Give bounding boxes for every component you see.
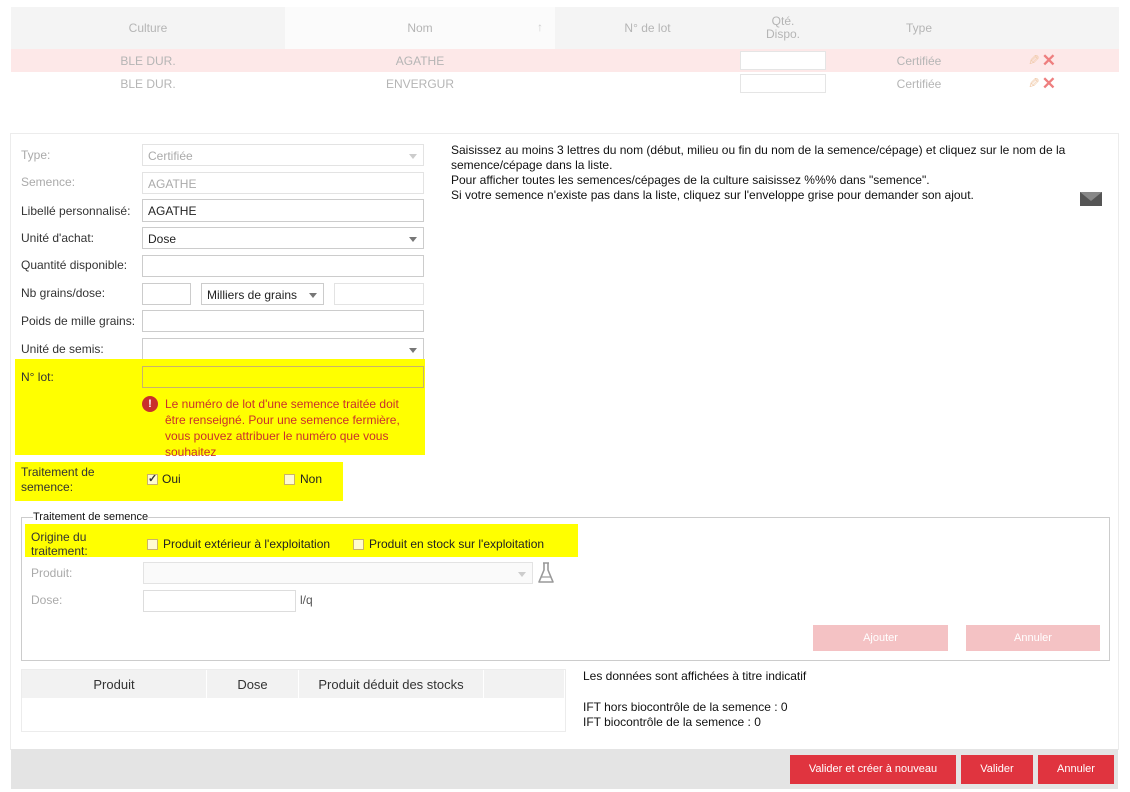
- col-type[interactable]: Type: [826, 7, 1012, 49]
- nb-grains-unit-select[interactable]: Milliers de grains: [201, 283, 324, 305]
- traitement-label: Traitement de semence:: [21, 465, 95, 494]
- col-culture[interactable]: Culture: [11, 7, 285, 49]
- origine-stock-label[interactable]: Produit en stock sur l'exploitation: [369, 537, 544, 551]
- unite-semis-label: Unité de semis:: [21, 342, 104, 356]
- origine-exterieur-label[interactable]: Produit extérieur à l'exploitation: [163, 537, 330, 551]
- cell-qte: [740, 72, 826, 95]
- cell-type: Certifiée: [896, 53, 942, 68]
- col-actions: [1012, 7, 1119, 49]
- table-row[interactable]: BLE DUR. AGATHE Certifiée ✎ ✕: [11, 49, 1119, 72]
- pmg-label: Poids de mille grains:: [21, 314, 136, 328]
- pencil-icon[interactable]: ✎: [1028, 52, 1040, 69]
- valider-button[interactable]: Valider: [961, 755, 1033, 784]
- ift-note: Les données sont affichées à titre indic…: [583, 669, 807, 683]
- nb-grains-input[interactable]: [142, 283, 191, 305]
- unite-achat-select[interactable]: Dose: [142, 227, 424, 249]
- products-table: Produit Dose Produit déduit des stocks: [21, 669, 566, 732]
- valider-creer-button[interactable]: Valider et créer à nouveau: [790, 755, 956, 784]
- origine-label: Origine du traitement:: [31, 530, 88, 558]
- quantite-label: Quantité disponible:: [21, 258, 128, 272]
- libelle-input[interactable]: AGATHE: [142, 199, 424, 222]
- cell-actions: ✎ ✕: [1012, 49, 1072, 72]
- lot-label: N° lot:: [21, 370, 54, 384]
- unite-achat-label: Unité d'achat:: [21, 231, 95, 245]
- col-dose: Dose: [207, 670, 299, 698]
- dose-input[interactable]: [143, 590, 296, 612]
- quantite-input[interactable]: [142, 255, 424, 277]
- envelope-icon[interactable]: [1080, 192, 1102, 206]
- qty-input[interactable]: [740, 51, 826, 70]
- col-actions: [484, 670, 565, 698]
- seeds-table-header: Culture Nom ↑ N° de lot Qté. Dispo. Type: [11, 7, 1119, 49]
- cell-lot: [555, 49, 740, 72]
- annuler-traitement-button[interactable]: Annuler: [966, 625, 1100, 651]
- help-text: Saisissez au moins 3 lettres du nom (déb…: [451, 143, 1081, 203]
- lot-error-message: Le numéro de lot d'une semence traitée d…: [165, 397, 400, 459]
- annuler-button[interactable]: Annuler: [1038, 755, 1114, 784]
- sort-up-icon: ↑: [537, 20, 543, 34]
- col-nom[interactable]: Nom ↑: [285, 7, 555, 49]
- cell-nom: AGATHE: [395, 53, 445, 68]
- cell-nom: ENVERGUR: [385, 76, 454, 91]
- traitement-oui-label[interactable]: Oui: [162, 472, 181, 486]
- origine-exterieur-checkbox[interactable]: [147, 539, 158, 550]
- help-line-2: Pour afficher toutes les semences/cépage…: [451, 173, 930, 187]
- col-qte[interactable]: Qté. Dispo.: [740, 7, 826, 49]
- ift-hors-biocontrole: IFT hors biocontrôle de la semence : 0: [583, 700, 788, 714]
- type-select[interactable]: Certifiée: [142, 144, 424, 166]
- table-row[interactable]: BLE DUR. ENVERGUR Certifiée ✎ ✕: [11, 72, 1119, 95]
- cell-type: Certifiée: [896, 76, 942, 91]
- nb-grains-label: Nb grains/dose:: [21, 286, 106, 300]
- col-lot[interactable]: N° de lot: [555, 7, 740, 49]
- type-label: Type:: [21, 148, 51, 162]
- dose-label: Dose:: [31, 593, 63, 607]
- unite-semis-select[interactable]: [142, 338, 424, 360]
- semence-input[interactable]: AGATHE: [142, 172, 424, 194]
- products-table-header: Produit Dose Produit déduit des stocks: [22, 670, 565, 698]
- libelle-label: Libellé personnalisé:: [21, 204, 131, 218]
- cell-culture: BLE DUR.: [120, 76, 176, 91]
- pmg-input[interactable]: [142, 310, 424, 332]
- col-nom-label: Nom: [407, 20, 433, 35]
- ajouter-button[interactable]: Ajouter: [813, 625, 948, 651]
- qty-input[interactable]: [740, 74, 826, 93]
- seed-form-panel: Type: Certifiée Semence: AGATHE Libellé …: [10, 133, 1119, 789]
- col-produit: Produit: [22, 670, 207, 698]
- col-produit-deduit: Produit déduit des stocks: [299, 670, 484, 698]
- cell-actions: ✎ ✕: [1012, 72, 1072, 95]
- dose-unit: l/q: [300, 593, 313, 607]
- traitement-non-checkbox[interactable]: [284, 474, 295, 485]
- produit-select[interactable]: [143, 562, 533, 584]
- traitement-legend: Traitement de semence: [33, 511, 149, 523]
- semence-label: Semence:: [21, 175, 76, 189]
- flask-icon[interactable]: [537, 561, 555, 585]
- help-line-1: Saisissez au moins 3 lettres du nom (déb…: [451, 143, 1066, 172]
- lot-input[interactable]: [142, 366, 424, 388]
- traitement-non-label[interactable]: Non: [300, 472, 322, 486]
- cell-lot: [555, 72, 740, 95]
- origine-stock-checkbox[interactable]: [353, 539, 364, 550]
- seeds-table: Culture Nom ↑ N° de lot Qté. Dispo. Type…: [11, 7, 1119, 95]
- help-line-3: Si votre semence n'existe pas dans la li…: [451, 188, 974, 202]
- exclamation-icon: !: [142, 396, 158, 412]
- ift-biocontrole: IFT biocontrôle de la semence : 0: [583, 715, 761, 729]
- nb-grains-extra-input[interactable]: [334, 283, 424, 305]
- cell-qte: [740, 49, 826, 72]
- produit-label: Produit:: [31, 566, 73, 580]
- pencil-icon[interactable]: ✎: [1028, 75, 1040, 92]
- cross-icon[interactable]: ✕: [1042, 52, 1056, 69]
- cross-icon[interactable]: ✕: [1042, 75, 1056, 92]
- footer-bar: Valider et créer à nouveau Valider Annul…: [11, 749, 1118, 789]
- traitement-oui-checkbox[interactable]: [147, 472, 158, 485]
- cell-culture: BLE DUR.: [120, 53, 176, 68]
